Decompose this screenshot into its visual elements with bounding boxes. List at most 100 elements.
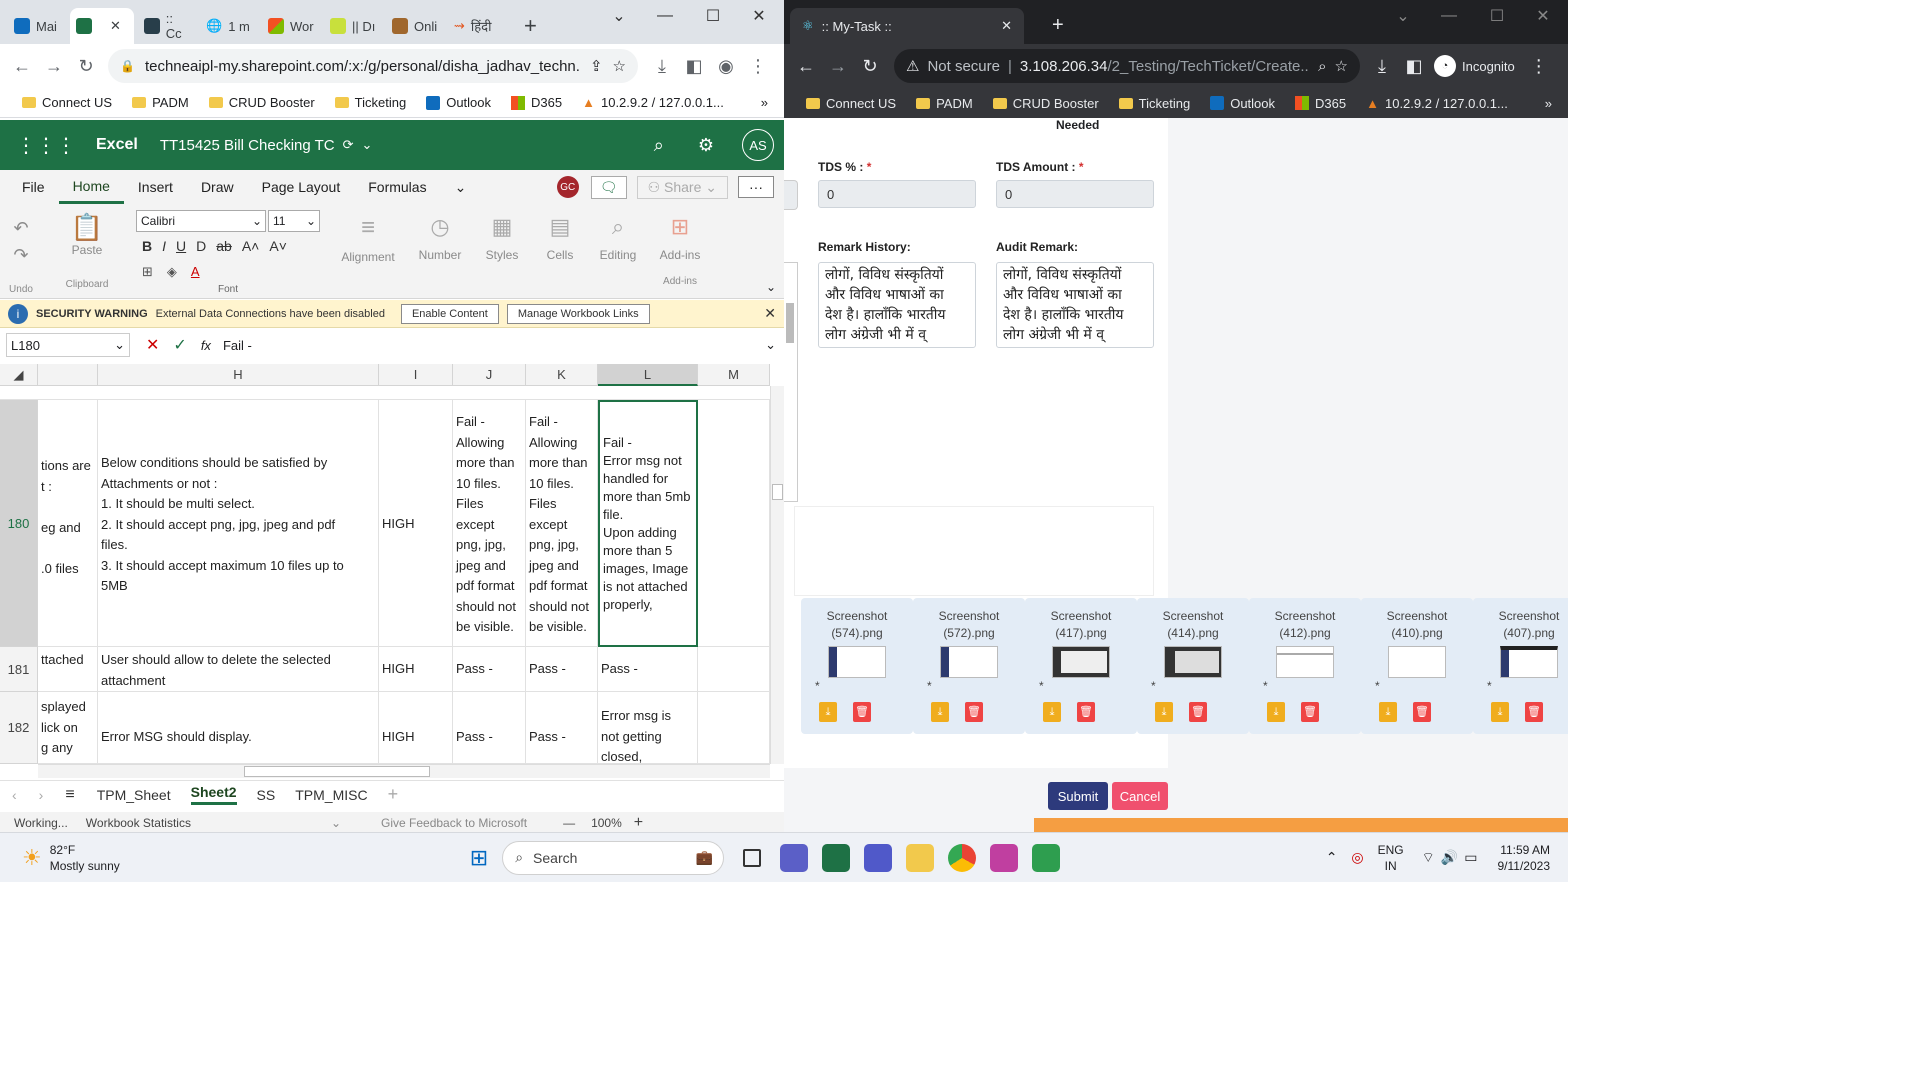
bold-icon[interactable]: B bbox=[142, 238, 152, 254]
network-alert-icon[interactable]: ◎ bbox=[1351, 849, 1363, 866]
table-cell[interactable]: Pass - bbox=[526, 647, 598, 692]
table-cell[interactable]: HIGH bbox=[379, 692, 453, 764]
sheet-tab-ss[interactable]: SS bbox=[257, 787, 276, 803]
cells-button[interactable]: ▤ Cells bbox=[536, 208, 584, 262]
italic-icon[interactable]: I bbox=[162, 238, 166, 254]
bookmark-connect-us[interactable]: Connect US bbox=[14, 95, 120, 110]
bookmark-d365[interactable]: D365 bbox=[503, 95, 570, 110]
row-header-180[interactable]: 180 bbox=[0, 400, 38, 647]
reload-icon[interactable]: ↻ bbox=[854, 50, 886, 82]
coauthor-avatar[interactable]: GC bbox=[556, 176, 579, 198]
search-box[interactable]: ⌕ Search 💼 bbox=[502, 840, 725, 875]
star-icon[interactable]: ☆ bbox=[613, 57, 626, 75]
tab-home[interactable]: Home bbox=[58, 170, 124, 204]
shrink-font-icon[interactable]: A˅ bbox=[269, 238, 287, 254]
tab-insert[interactable]: Insert bbox=[124, 170, 187, 204]
trash-icon[interactable]: 🗑 bbox=[853, 702, 871, 722]
bookmark-crud-booster[interactable]: CRUD Booster bbox=[201, 95, 323, 110]
paste-icon[interactable]: 📋 bbox=[52, 212, 122, 243]
sheet-tab-tpm-sheet[interactable]: TPM_Sheet bbox=[97, 787, 171, 803]
search-icon[interactable]: ⌕ bbox=[654, 135, 664, 156]
double-underline-icon[interactable]: D bbox=[196, 238, 206, 254]
row-header-182[interactable]: 182 bbox=[0, 692, 38, 764]
profile-icon[interactable]: ◉ bbox=[710, 50, 742, 82]
tab-draw[interactable]: Draw bbox=[187, 170, 248, 204]
function-icon[interactable]: fx bbox=[201, 338, 211, 353]
alignment-button[interactable]: ≡ Alignment bbox=[336, 208, 400, 264]
app-launcher-icon[interactable]: ⋮⋮⋮ bbox=[16, 133, 76, 158]
chevron-down-icon[interactable]: ⌄ bbox=[362, 137, 373, 153]
download-icon[interactable]: ⤓ bbox=[819, 702, 837, 722]
chevron-down-icon[interactable]: ⌄ bbox=[441, 170, 481, 204]
bookmark-d365[interactable]: D365 bbox=[1287, 96, 1354, 111]
font-name-select[interactable]: Calibri ⌄ bbox=[136, 210, 266, 232]
tab-document[interactable]: || Dı bbox=[324, 8, 384, 44]
column-header-m[interactable]: M bbox=[698, 364, 770, 386]
tab-search-icon[interactable]: ⌄ bbox=[596, 0, 642, 32]
menu-icon[interactable]: ⋮ bbox=[1523, 50, 1555, 82]
minimize-icon[interactable]: — bbox=[1426, 0, 1472, 32]
download-icon[interactable]: ⤓ bbox=[931, 702, 949, 722]
selected-cell[interactable]: Fail - Error msg not handled for more th… bbox=[598, 400, 698, 647]
bookmark-padm[interactable]: PADM bbox=[124, 95, 197, 110]
zoom-level[interactable]: 100% bbox=[591, 816, 622, 830]
trash-icon[interactable]: 🗑 bbox=[1189, 702, 1207, 722]
new-tab-button[interactable]: + bbox=[518, 8, 543, 44]
file-title[interactable]: TT15425 Bill Checking TC bbox=[160, 137, 335, 154]
column-header-h[interactable]: H bbox=[98, 364, 379, 386]
forward-icon[interactable]: → bbox=[822, 50, 854, 82]
select-all-corner[interactable]: ◢ bbox=[0, 364, 38, 386]
sidepanel-icon[interactable]: ◧ bbox=[678, 50, 710, 82]
thumbnail[interactable] bbox=[1164, 646, 1222, 678]
more-bookmarks-button[interactable]: » bbox=[761, 95, 768, 110]
tab-my-task[interactable]: ⚛ :: My-Task :: ✕ bbox=[790, 8, 1024, 44]
download-icon[interactable]: ⤓ bbox=[1267, 702, 1285, 722]
bookmark-padm[interactable]: PADM bbox=[908, 96, 981, 111]
vertical-scrollbar[interactable] bbox=[770, 386, 784, 764]
workbook-statistics[interactable]: Workbook Statistics bbox=[86, 816, 191, 830]
thumbnail[interactable] bbox=[1388, 646, 1446, 678]
undo-icon[interactable]: ↶ bbox=[8, 218, 34, 239]
new-tab-button[interactable]: + bbox=[1052, 14, 1064, 37]
table-cell[interactable]: User should allow to delete the selected… bbox=[98, 647, 379, 692]
scroll-thumb[interactable] bbox=[772, 484, 783, 500]
zoom-in-icon[interactable]: + bbox=[634, 814, 643, 832]
download-icon[interactable]: ⤓ bbox=[1366, 50, 1398, 82]
thumbnail[interactable] bbox=[1052, 646, 1110, 678]
bookmark-ip[interactable]: ▲ 10.2.9.2 / 127.0.0.1... bbox=[1358, 96, 1516, 111]
omnibox[interactable]: ⚠ Not secure | 3.108.206.34/2_Testing/Te… bbox=[894, 49, 1360, 83]
row-header-181[interactable]: 181 bbox=[0, 647, 38, 692]
forward-icon[interactable]: → bbox=[38, 50, 70, 82]
back-icon[interactable]: ← bbox=[6, 50, 38, 82]
bookmark-ip[interactable]: ▲ 10.2.9.2 / 127.0.0.1... bbox=[574, 95, 732, 110]
more-options-icon[interactable]: ··· bbox=[738, 176, 774, 198]
chevron-down-icon[interactable]: ⌄ bbox=[765, 337, 776, 353]
teams-icon[interactable] bbox=[864, 843, 893, 872]
thumbnail[interactable] bbox=[1276, 646, 1334, 678]
close-icon[interactable]: ✕ bbox=[110, 18, 121, 34]
chevron-down-icon[interactable]: ⌄ bbox=[766, 280, 776, 294]
all-sheets-icon[interactable]: ≡ bbox=[65, 786, 74, 804]
download-icon[interactable]: ⤓ bbox=[1155, 702, 1173, 722]
table-cell[interactable]: Error msg is not getting closed, bbox=[598, 692, 698, 764]
start-icon[interactable]: ⊞ bbox=[470, 845, 488, 871]
tab-excel[interactable]: ✕ bbox=[70, 8, 134, 44]
enter-icon[interactable]: ✓ bbox=[173, 335, 186, 355]
feedback-link[interactable]: Give Feedback to Microsoft bbox=[381, 816, 527, 830]
table-cell[interactable] bbox=[698, 647, 770, 692]
chevron-left-icon[interactable]: ‹ bbox=[12, 787, 17, 803]
borders-icon[interactable]: ⊞ bbox=[142, 264, 153, 280]
zoom-out-icon[interactable]: — bbox=[563, 816, 575, 830]
audit-remark-textarea[interactable]: लोगों, विविध संस्कृतियों और विविध भाषाओं… bbox=[996, 262, 1154, 348]
cancel-button[interactable]: Cancel bbox=[1112, 782, 1168, 810]
sheet-tab-sheet2[interactable]: Sheet2 bbox=[190, 784, 237, 805]
reload-icon[interactable]: ↻ bbox=[70, 50, 102, 82]
download-icon[interactable]: ⤓ bbox=[1379, 702, 1397, 722]
tab-file[interactable]: File bbox=[0, 170, 59, 204]
close-window-icon[interactable]: ✕ bbox=[1520, 0, 1566, 32]
language-indicator[interactable]: ENG IN bbox=[1378, 842, 1404, 874]
add-sheet-button[interactable]: + bbox=[388, 784, 399, 805]
download-icon[interactable]: ⤓ bbox=[1491, 702, 1509, 722]
chevron-up-icon[interactable]: ⌃ bbox=[1326, 849, 1338, 866]
share-icon[interactable]: ⇪ bbox=[590, 57, 603, 75]
